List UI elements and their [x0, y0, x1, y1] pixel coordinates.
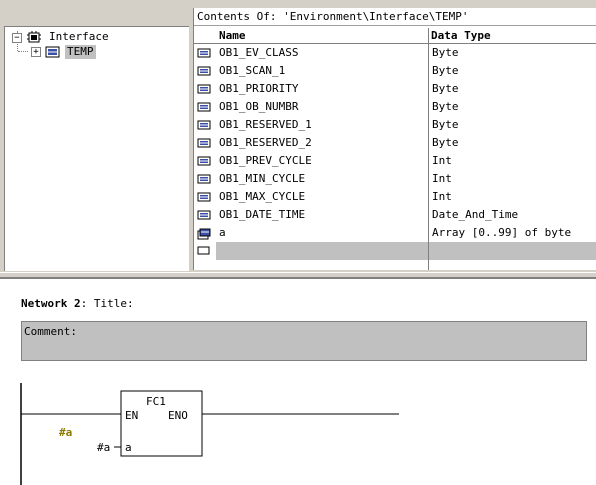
interface-icon [27, 31, 41, 44]
variable-name[interactable]: OB1_EV_CLASS [216, 44, 428, 62]
variable-data-type[interactable]: Byte [429, 80, 596, 98]
table-row[interactable]: OB1_PREV_CYCLE Int [194, 152, 596, 170]
table-row[interactable]: a Array [0..99] of byte [194, 224, 596, 242]
ladder-editor[interactable]: Network 2: Title: Comment: FC1 EN ENO a … [0, 278, 596, 485]
variable-name[interactable] [216, 242, 428, 260]
variable-data-type[interactable]: Date_And_Time [429, 206, 596, 224]
array-variable-icon [197, 228, 211, 240]
contents-title: Contents Of: 'Environment\Interface\TEMP… [194, 8, 596, 26]
variable-icon [197, 174, 211, 184]
table-row[interactable]: OB1_MIN_CYCLE Int [194, 170, 596, 188]
en-label: EN [125, 409, 138, 422]
interface-tree[interactable]: − Interface + TEMP [4, 26, 189, 271]
variable-annotation: #a [59, 426, 72, 439]
table-row[interactable]: OB1_EV_CLASS Byte [194, 44, 596, 62]
variable-icon [197, 102, 211, 112]
table-row[interactable]: OB1_RESERVED_2 Byte [194, 134, 596, 152]
variable-data-type[interactable]: Array [0..99] of byte [429, 224, 596, 242]
variable-data-type[interactable]: Int [429, 170, 596, 188]
variable-icon [197, 138, 211, 148]
variable-data-type[interactable]: Byte [429, 62, 596, 80]
variable-icon [197, 84, 211, 94]
tree-item-temp[interactable]: TEMP [65, 45, 96, 59]
variable-data-type[interactable]: Byte [429, 116, 596, 134]
table-row[interactable]: OB1_DATE_TIME Date_And_Time [194, 206, 596, 224]
variable-data-type[interactable] [429, 242, 596, 260]
table-row[interactable]: OB1_MAX_CYCLE Int [194, 188, 596, 206]
tree-item-interface[interactable]: Interface [49, 30, 109, 44]
tree-connector [18, 51, 28, 52]
declaration-pane: − Interface + TEMP Contents Of: 'Environ… [0, 0, 596, 272]
block-name: FC1 [146, 395, 166, 408]
variable-name[interactable]: OB1_SCAN_1 [216, 62, 428, 80]
new-row-icon [197, 246, 211, 256]
variable-data-type[interactable]: Int [429, 188, 596, 206]
variable-name[interactable]: OB1_PRIORITY [216, 80, 428, 98]
variable-name[interactable]: OB1_MAX_CYCLE [216, 188, 428, 206]
variable-data-type[interactable]: Int [429, 152, 596, 170]
tree-expand-button[interactable]: + [31, 47, 41, 57]
table-row[interactable]: OB1_PRIORITY Byte [194, 80, 596, 98]
column-header-icon [194, 28, 216, 44]
table-row[interactable]: OB1_OB_NUMBR Byte [194, 98, 596, 116]
ladder-diagram: FC1 EN ENO a #a #a [20, 383, 399, 485]
variable-icon [197, 156, 211, 166]
variable-name[interactable]: OB1_OB_NUMBR [216, 98, 428, 116]
variable-name[interactable]: a [216, 224, 428, 242]
column-header-data-type[interactable]: Data Type [428, 28, 596, 44]
variable-data-type[interactable]: Byte [429, 98, 596, 116]
column-divider [428, 28, 429, 270]
variable-icon [197, 48, 211, 58]
param-actual[interactable]: #a [97, 441, 110, 454]
variable-icon [197, 210, 211, 220]
variable-data-type[interactable]: Byte [429, 44, 596, 62]
param-label: a [125, 441, 132, 454]
eno-label: ENO [168, 409, 188, 422]
variable-data-type[interactable]: Byte [429, 134, 596, 152]
variable-name[interactable]: OB1_PREV_CYCLE [216, 152, 428, 170]
table-row[interactable]: OB1_SCAN_1 Byte [194, 62, 596, 80]
table-row[interactable] [194, 242, 596, 260]
variable-icon [197, 66, 211, 76]
variable-name[interactable]: OB1_DATE_TIME [216, 206, 428, 224]
column-header-name[interactable]: Name [216, 28, 428, 44]
contents-panel: Contents Of: 'Environment\Interface\TEMP… [193, 8, 596, 270]
variable-name[interactable]: OB1_RESERVED_1 [216, 116, 428, 134]
variable-icon [197, 120, 211, 130]
temp-variables-icon [45, 46, 61, 58]
table-row[interactable]: OB1_RESERVED_1 Byte [194, 116, 596, 134]
variable-name[interactable]: OB1_MIN_CYCLE [216, 170, 428, 188]
tree-collapse-button[interactable]: − [12, 33, 22, 43]
variable-icon [197, 192, 211, 202]
variable-name[interactable]: OB1_RESERVED_2 [216, 134, 428, 152]
